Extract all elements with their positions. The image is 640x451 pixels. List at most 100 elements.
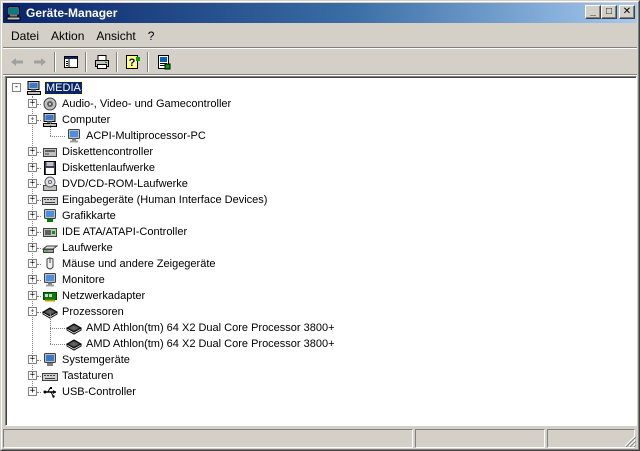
back-arrow-icon — [10, 58, 23, 66]
title-bar[interactable]: Geräte-Manager _ □ ✕ — [3, 3, 637, 23]
tree-category[interactable]: DVD/CD-ROM-Laufwerke — [42, 176, 189, 192]
menu-datei[interactable]: Datei — [5, 27, 45, 45]
show-hide-tree-button[interactable] — [59, 51, 82, 73]
tree-connector — [37, 168, 41, 169]
forward-button[interactable] — [28, 51, 51, 73]
status-panel-main — [3, 429, 413, 448]
tree-node-label: Diskettenlaufwerke — [62, 162, 155, 174]
toolbar-separator — [116, 52, 118, 72]
sound-icon — [42, 96, 58, 112]
svg-text:?: ? — [128, 57, 135, 69]
tree-category[interactable]: Computer — [42, 112, 111, 128]
tree-category[interactable]: Mäuse und andere Zeigegeräte — [42, 256, 217, 272]
tree-node-label: Systemgeräte — [62, 354, 130, 366]
tree-connector — [37, 296, 41, 297]
tree-device[interactable]: AMD Athlon(tm) 64 X2 Dual Core Processor… — [65, 336, 336, 352]
toolbar-separator — [85, 52, 87, 72]
tree-category[interactable]: Diskettenlaufwerke — [42, 160, 156, 176]
processor-icon — [65, 320, 83, 336]
tree-connector — [37, 216, 41, 217]
system-device-icon — [42, 352, 58, 368]
tree-category[interactable]: Netzwerkadapter — [42, 288, 146, 304]
maximize-button[interactable]: □ — [601, 5, 617, 19]
floppy-drive-icon — [42, 160, 58, 176]
monitor-icon — [66, 128, 82, 144]
keyboard-icon — [42, 192, 58, 208]
printer-icon — [94, 55, 109, 69]
device-manager-window: Geräte-Manager _ □ ✕ Datei Aktion Ansich… — [0, 0, 640, 451]
tree-connector — [50, 122, 51, 136]
minimize-button[interactable]: _ — [585, 5, 601, 19]
usb-icon — [42, 384, 58, 400]
back-button[interactable] — [5, 51, 28, 73]
computer-icon — [26, 80, 42, 96]
tree-connector — [37, 392, 41, 393]
root-expander[interactable]: - — [12, 83, 21, 92]
tree-connector — [37, 104, 41, 105]
tree-node-label: USB-Controller — [62, 386, 136, 398]
tree-category[interactable]: Eingabegeräte (Human Interface Devices) — [42, 192, 268, 208]
menu-help[interactable]: ? — [142, 27, 161, 45]
device-tree[interactable]: - MEDIA + Audio-, Video- und Gamecontroller… — [5, 76, 637, 426]
status-bar — [3, 429, 637, 448]
cdrom-icon — [42, 176, 58, 192]
status-panel-3 — [547, 429, 635, 448]
tree-connector — [37, 184, 41, 185]
category-expander[interactable]: + — [28, 387, 37, 396]
tree-root-media[interactable]: MEDIA — [26, 80, 83, 96]
tree-connector — [50, 344, 65, 345]
tree-connector — [50, 136, 65, 137]
tree-device[interactable]: AMD Athlon(tm) 64 X2 Dual Core Processor… — [65, 320, 336, 336]
maximize-icon: □ — [605, 6, 613, 17]
ide-controller-icon — [42, 224, 58, 240]
tree-node-label: ACPI-Multiprocessor-PC — [86, 130, 206, 142]
floppy-controller-icon — [42, 144, 58, 160]
tree-category[interactable]: Laufwerke — [41, 240, 114, 256]
tree-node-label: Grafikkarte — [62, 210, 116, 222]
tree-node-label: Audio-, Video- und Gamecontroller — [62, 98, 232, 110]
tree-connector — [32, 96, 33, 388]
menu-aktion[interactable]: Aktion — [45, 27, 90, 45]
properties-icon — [157, 55, 170, 70]
resize-grip-icon[interactable] — [624, 435, 636, 447]
tree-category[interactable]: Systemgeräte — [42, 352, 131, 368]
tree-category[interactable]: Grafikkarte — [42, 208, 117, 224]
tree-connector — [37, 248, 41, 249]
help-button[interactable]: ? — [121, 51, 144, 73]
tree-node-label: Prozessoren — [62, 306, 124, 318]
mouse-icon — [42, 256, 58, 272]
tree-category[interactable]: USB-Controller — [42, 384, 137, 400]
close-icon: ✕ — [622, 6, 632, 17]
network-adapter-icon — [42, 288, 58, 304]
print-button[interactable] — [90, 51, 113, 73]
tree-node-label: Eingabegeräte (Human Interface Devices) — [62, 194, 268, 206]
show-hide-console-tree-icon — [63, 56, 78, 68]
tree-connector — [37, 152, 41, 153]
menu-bar: Datei Aktion Ansicht ? — [5, 26, 160, 46]
forward-arrow-icon — [33, 58, 46, 66]
toolbar-separator — [147, 52, 149, 72]
properties-button[interactable] — [152, 51, 175, 73]
tree-node-label: AMD Athlon(tm) 64 X2 Dual Core Processor… — [86, 322, 335, 334]
close-button[interactable]: ✕ — [619, 5, 635, 19]
tree-node-label: Tastaturen — [62, 370, 114, 382]
tree-category[interactable]: Prozessoren — [41, 304, 125, 320]
toolbar: ? — [5, 50, 175, 74]
tree-connector — [37, 312, 41, 313]
tree-category[interactable]: Diskettencontroller — [42, 144, 154, 160]
device-manager-icon — [6, 5, 22, 21]
monitor-icon — [42, 272, 58, 288]
tree-node-label: Laufwerke — [62, 242, 113, 254]
tree-category[interactable]: Monitore — [42, 272, 106, 288]
tree-connector — [50, 328, 65, 329]
tree-connector — [37, 120, 41, 121]
tree-category[interactable]: Tastaturen — [42, 368, 114, 384]
tree-category[interactable]: IDE ATA/ATAPI-Controller — [42, 224, 188, 240]
tree-device[interactable]: ACPI-Multiprocessor-PC — [66, 128, 207, 144]
disk-drive-icon — [41, 240, 59, 256]
tree-category[interactable]: Audio-, Video- und Gamecontroller — [42, 96, 232, 112]
tree-connector — [37, 264, 41, 265]
menu-ansicht[interactable]: Ansicht — [90, 27, 141, 45]
tree-connector — [37, 376, 41, 377]
tree-connector — [37, 232, 41, 233]
